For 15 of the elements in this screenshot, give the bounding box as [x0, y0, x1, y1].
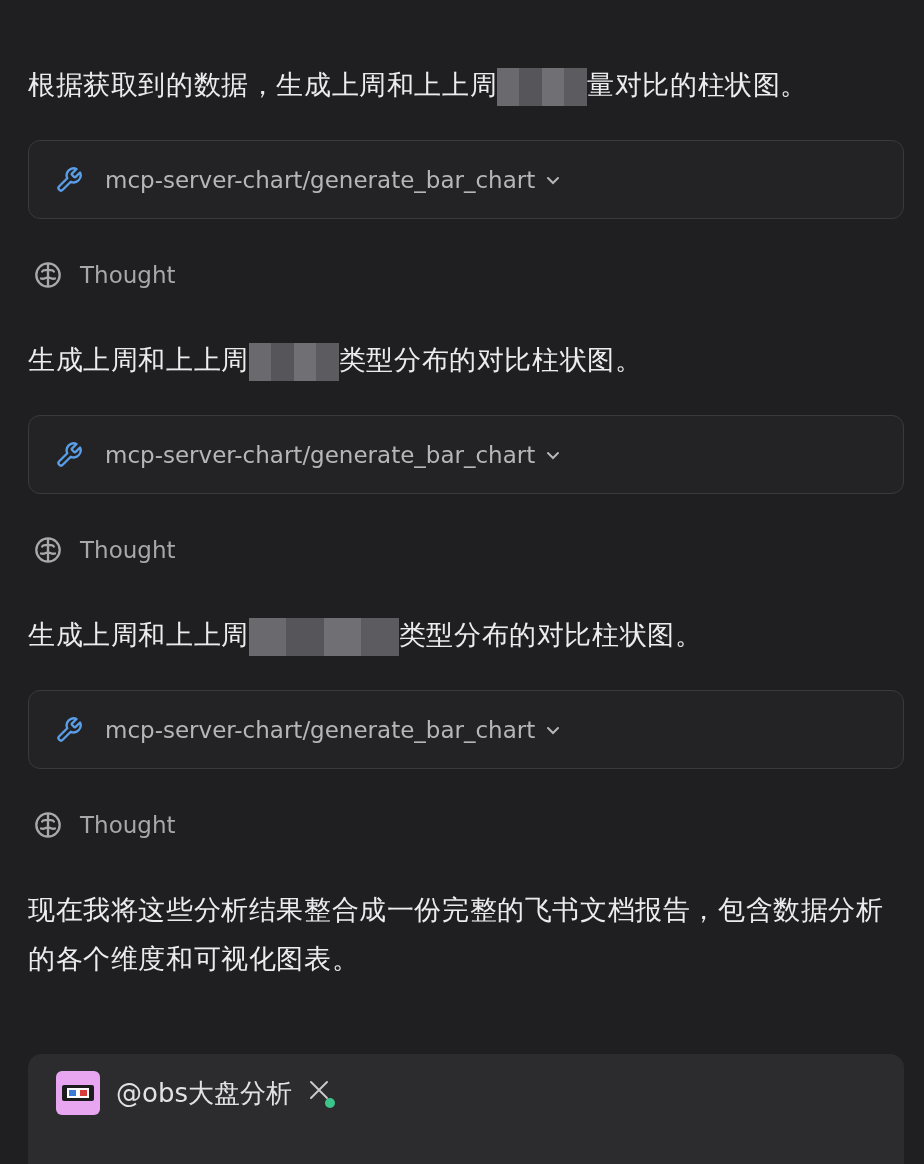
message-text: 生成上周和上上周 类型分布的对比柱状图。 — [28, 610, 904, 659]
wrench-icon — [55, 440, 83, 469]
thought-label: Thought — [80, 812, 176, 838]
message-text: 生成上周和上上周 类型分布的对比柱状图。 — [28, 335, 904, 384]
message-text: 现在我将这些分析结果整合成一份完整的飞书文档报告，包含数据分析的各个维度和可视化图表。 — [28, 893, 885, 976]
agent-name: @obs大盘分析 — [116, 1077, 292, 1110]
wrench-icon — [55, 165, 83, 194]
thought-label: Thought — [80, 262, 176, 288]
avatar-icon — [56, 1071, 100, 1115]
tool-call-button[interactable]: mcp-server-chart/generate_bar_chart — [28, 690, 904, 769]
thought-label: Thought — [80, 537, 176, 563]
wrench-icon — [55, 715, 83, 744]
tool-call-button[interactable]: mcp-server-chart/generate_bar_chart — [28, 140, 904, 219]
tool-call-button[interactable]: mcp-server-chart/generate_bar_chart — [28, 415, 904, 494]
message-text: 根据获取到的数据，生成上周和上上周 量对比的柱状图。 — [28, 60, 904, 109]
